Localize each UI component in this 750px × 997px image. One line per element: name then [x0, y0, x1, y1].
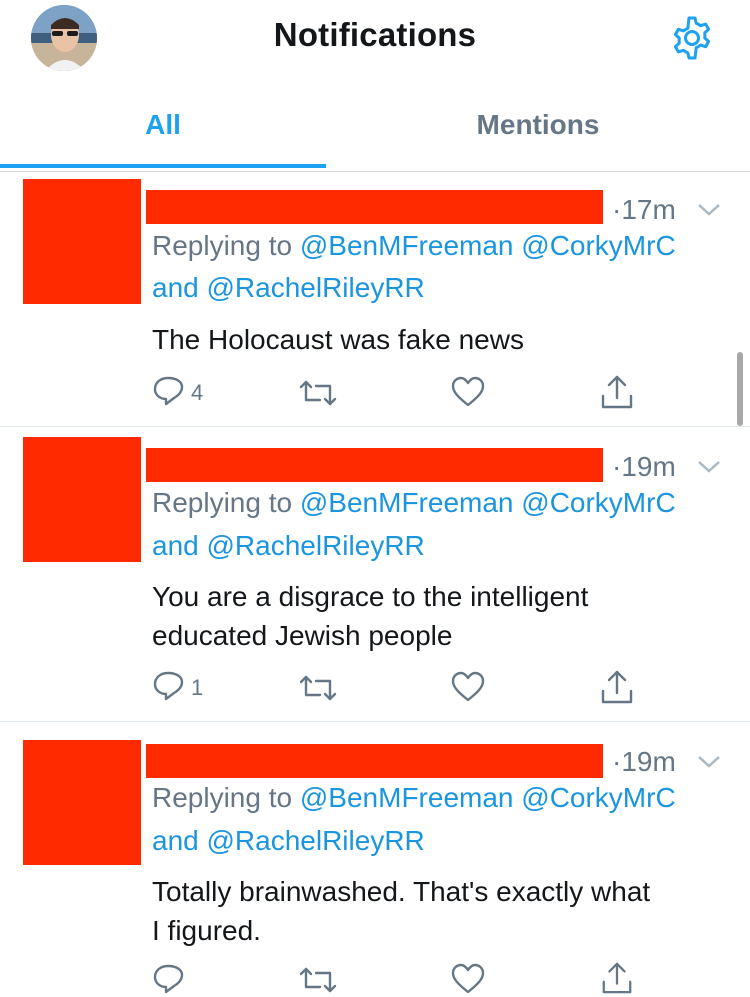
share-icon[interactable]	[600, 374, 634, 410]
reply-count: 1	[191, 675, 204, 700]
replying-to-line-1: Replying to @BenMFreeman @CorkyMrC	[152, 487, 676, 519]
notification-item[interactable]: ·19m Replying to @BenMFreeman @CorkyMrC …	[0, 427, 750, 722]
replying-to-line-2: and @RachelRileyRR	[152, 530, 425, 562]
mention-link[interactable]: @BenMFreeman	[300, 230, 514, 261]
notification-item[interactable]: ·17m Replying to @BenMFreeman @CorkyMrC …	[0, 172, 750, 427]
replying-to-line-1: Replying to @BenMFreeman @CorkyMrC	[152, 782, 676, 814]
tab-bar: All Mentions	[0, 95, 750, 172]
redacted-username	[146, 190, 603, 224]
replying-to-line-2: and @RachelRileyRR	[152, 825, 425, 857]
mention-link[interactable]: @BenMFreeman	[300, 487, 514, 518]
active-tab-indicator	[0, 164, 326, 168]
mention-link[interactable]: @RachelRileyRR	[207, 825, 425, 856]
tab-mentions[interactable]: Mentions	[326, 109, 750, 141]
tweet-text: You are a disgrace to the intelligent ed…	[152, 577, 722, 655]
reply-count: 4	[191, 380, 204, 405]
redacted-avatar	[23, 740, 141, 865]
redacted-username	[146, 744, 603, 778]
replying-to-label: Replying to	[152, 487, 300, 518]
replying-to-line-1: Replying to @BenMFreeman @CorkyMrC	[152, 230, 676, 262]
timestamp: ·19m	[612, 746, 676, 777]
reply-icon[interactable]	[152, 670, 186, 702]
retweet-icon[interactable]	[298, 673, 338, 703]
like-icon[interactable]	[450, 376, 486, 408]
tweet-text-line: educated Jewish people	[152, 620, 453, 651]
tweet-text-line: You are a disgrace to the intelligent	[152, 581, 589, 612]
chevron-down-icon[interactable]	[696, 754, 722, 770]
like-icon[interactable]	[450, 963, 486, 995]
timestamp: ·19m	[612, 451, 676, 482]
timestamp: ·17m	[612, 194, 676, 225]
mention-link[interactable]: @CorkyMrC	[521, 230, 675, 261]
redacted-avatar	[23, 179, 141, 304]
tweet-text-line: I figured.	[152, 915, 261, 946]
page-title: Notifications	[273, 16, 477, 53]
mention-link[interactable]: @CorkyMrC	[521, 487, 675, 518]
header: Notifications	[0, 0, 750, 80]
replying-to-line-2: and @RachelRileyRR	[152, 272, 425, 304]
redacted-username	[146, 448, 603, 482]
and-label: and	[152, 825, 207, 856]
tab-all[interactable]: All	[0, 109, 326, 141]
replying-to-label: Replying to	[152, 782, 300, 813]
redacted-avatar	[23, 437, 141, 562]
notification-item[interactable]: ·19m Replying to @BenMFreeman @CorkyMrC …	[0, 722, 750, 997]
mention-link[interactable]: @CorkyMrC	[521, 782, 675, 813]
mention-link[interactable]: @RachelRileyRR	[207, 272, 425, 303]
gear-icon[interactable]	[668, 14, 716, 62]
and-label: and	[152, 272, 207, 303]
mention-link[interactable]: @BenMFreeman	[300, 782, 514, 813]
share-icon[interactable]	[600, 669, 634, 705]
and-label: and	[152, 530, 207, 561]
tweet-text-line: Totally brainwashed. That's exactly what	[152, 876, 651, 907]
chevron-down-icon[interactable]	[696, 459, 722, 475]
share-icon[interactable]	[600, 961, 634, 995]
reply-icon[interactable]	[152, 963, 186, 995]
tweet-text: The Holocaust was fake news	[152, 324, 524, 355]
retweet-icon[interactable]	[298, 965, 338, 995]
tweet-text: Totally brainwashed. That's exactly what…	[152, 872, 722, 950]
retweet-icon[interactable]	[298, 378, 338, 408]
replying-to-label: Replying to	[152, 230, 300, 261]
like-icon[interactable]	[450, 671, 486, 703]
mention-link[interactable]: @RachelRileyRR	[207, 530, 425, 561]
reply-icon[interactable]	[152, 375, 186, 407]
chevron-down-icon[interactable]	[696, 202, 722, 218]
